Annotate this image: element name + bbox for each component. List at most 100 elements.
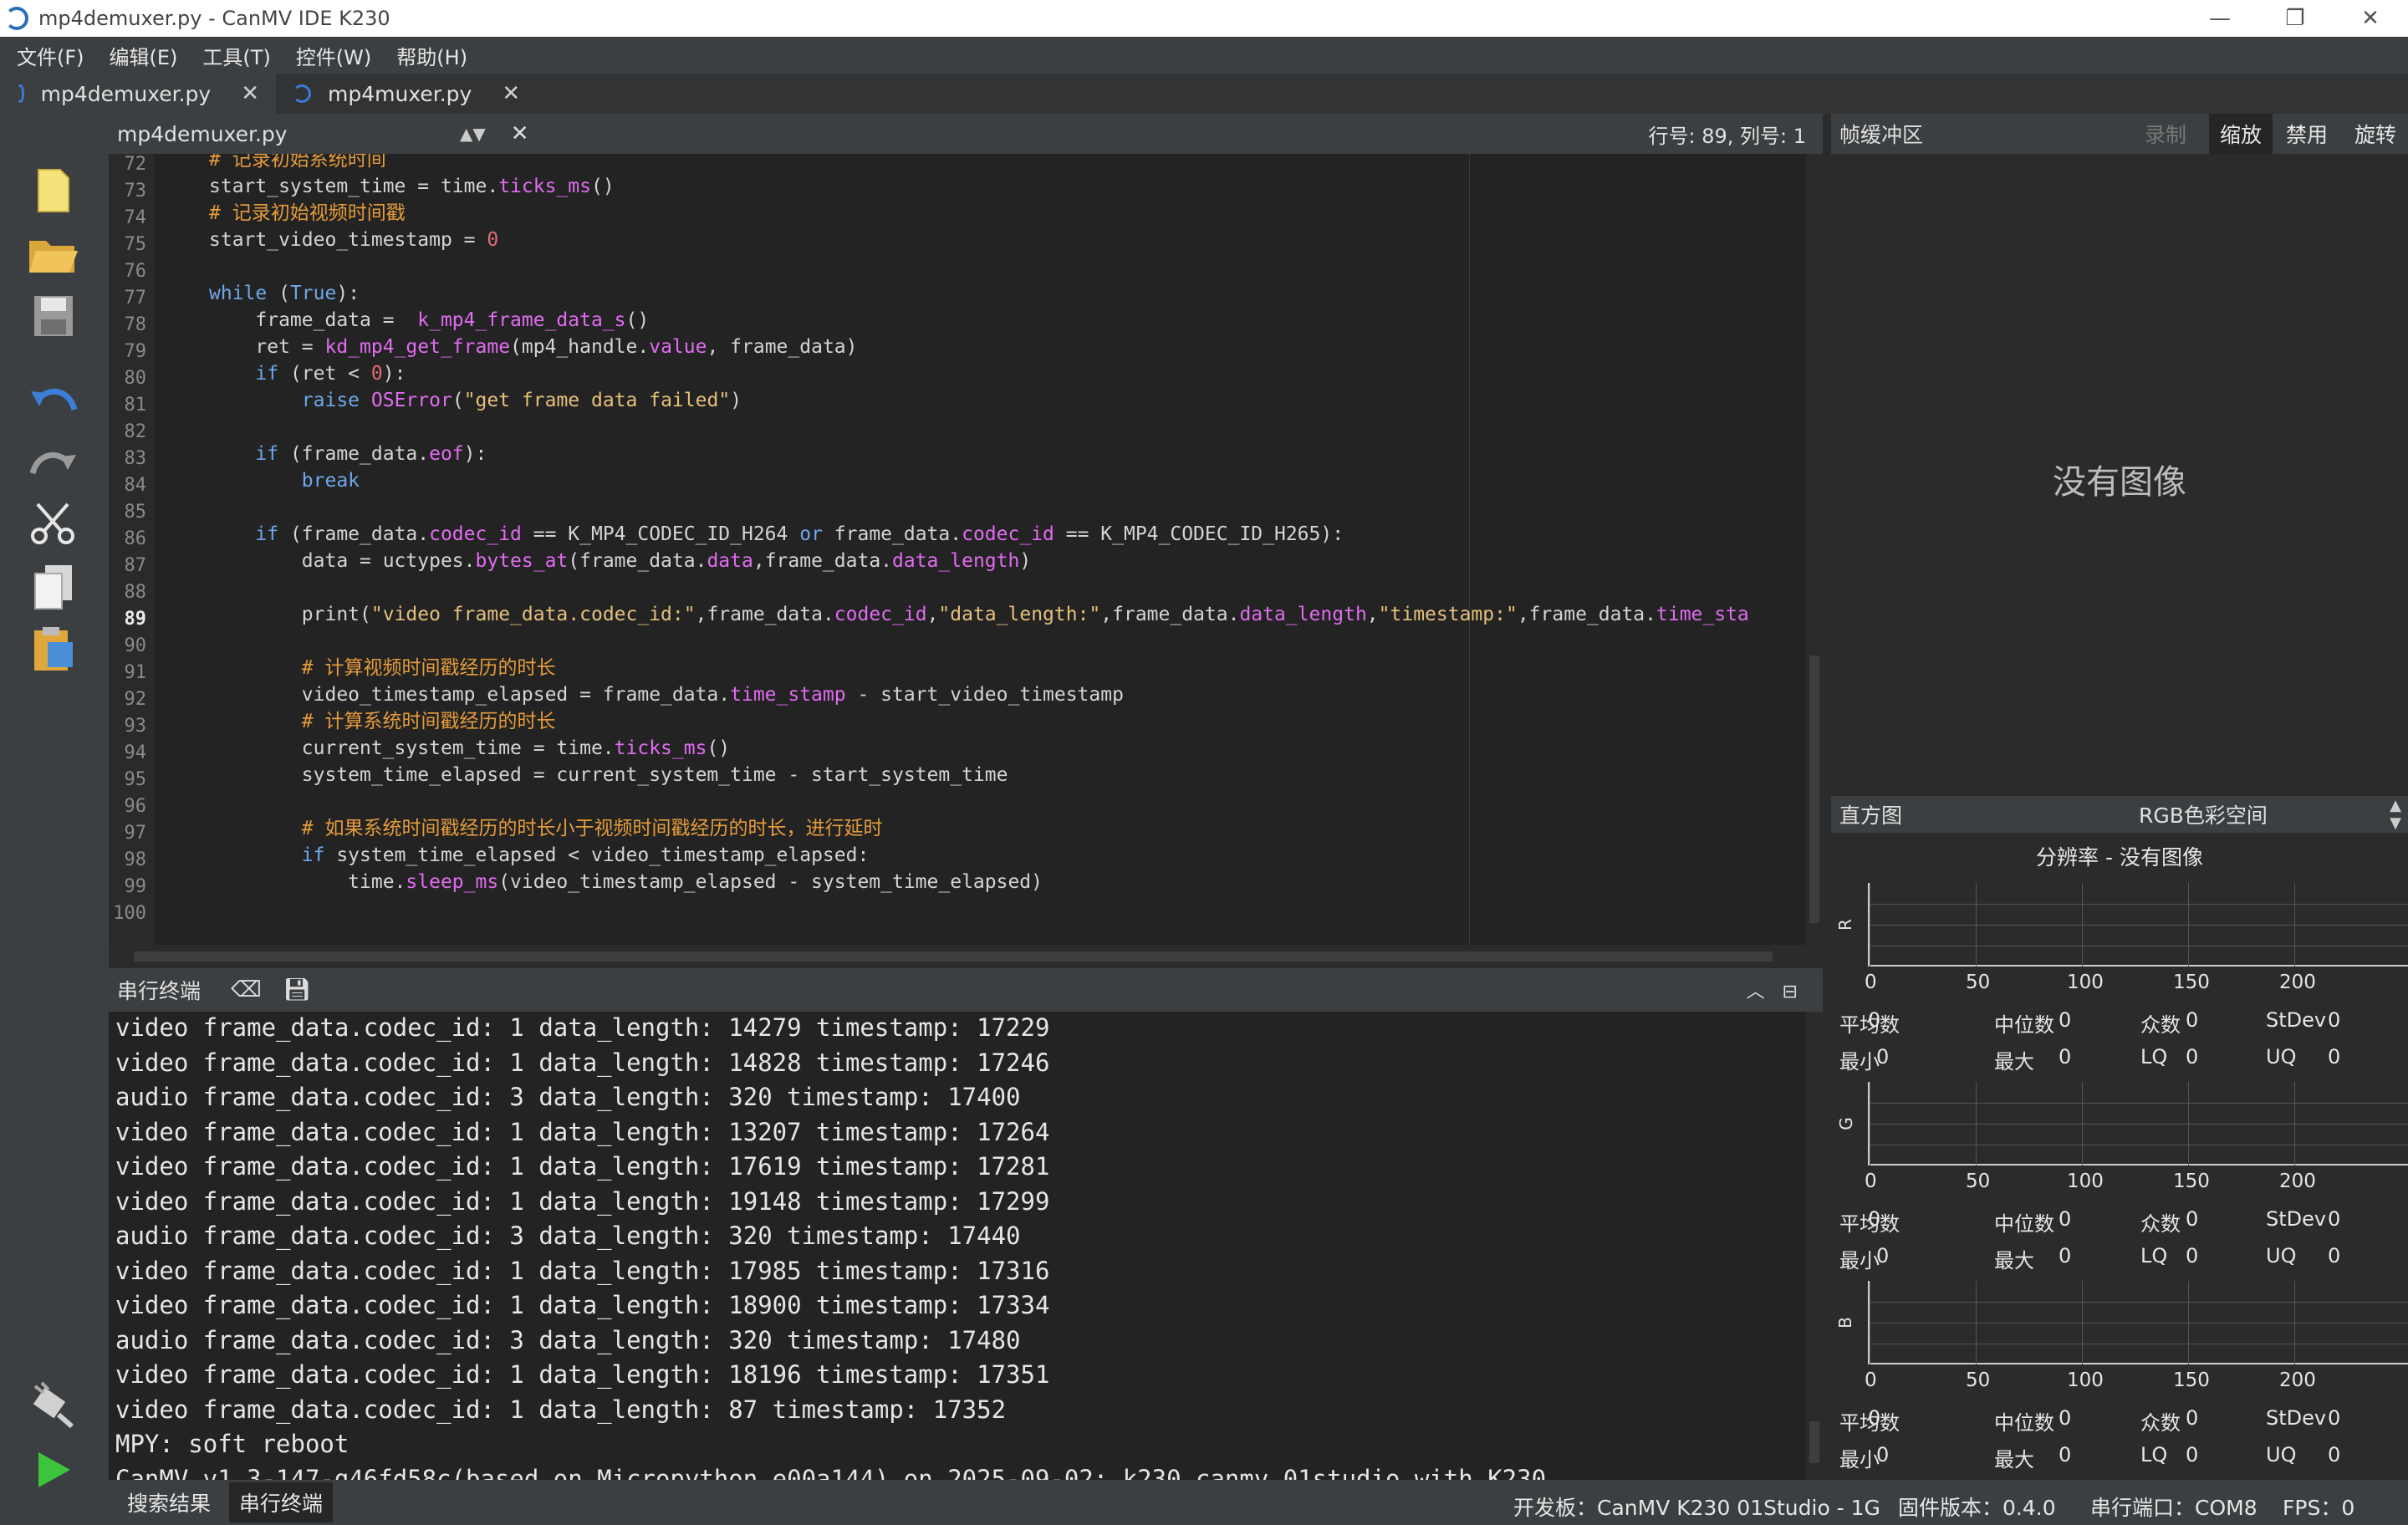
- colorspace-select[interactable]: RGB色彩空间: [2139, 799, 2268, 829]
- save-terminal-icon[interactable]: 💾︎: [283, 977, 311, 1002]
- open-file-button[interactable]: [23, 227, 84, 281]
- record-button[interactable]: 录制: [2140, 114, 2191, 154]
- clear-terminal-icon[interactable]: ⌫: [231, 977, 262, 1002]
- left-toolbar: [0, 114, 109, 1525]
- tick-label: 0: [1865, 1369, 1877, 1391]
- paste-clipboard-icon: [34, 627, 73, 671]
- file-switch-icon[interactable]: ▲▼: [460, 124, 486, 144]
- close-window-button[interactable]: ✕: [2333, 0, 2408, 37]
- framebuffer-view: 没有图像: [1831, 154, 2408, 796]
- serial-terminal[interactable]: video frame_data.codec_id: 1 data_length…: [109, 1012, 1806, 1480]
- copy-button[interactable]: [23, 560, 84, 614]
- editor-header: mp4demuxer.py ▲▼ ✕ 行号: 89, 列号: 1: [109, 114, 1823, 154]
- code-line: ret = kd_mp4_get_frame(mp4_handle.value,…: [209, 336, 858, 358]
- close-tab-icon[interactable]: ✕: [241, 81, 259, 106]
- serial-port-info[interactable]: 串行端口：COM8: [2090, 1492, 2258, 1522]
- histogram-chart-r: [1868, 883, 2408, 967]
- line-number: 90: [124, 635, 147, 656]
- save-button[interactable]: [23, 289, 84, 343]
- cursor-position: 行号: 89, 列号: 1: [1648, 124, 1807, 148]
- code-line: while (True):: [209, 283, 360, 304]
- tab-mp4muxer[interactable]: mp4muxer.py ✕: [276, 74, 537, 114]
- copy-icon: [34, 565, 72, 609]
- code-line: # 记录初始视频时间戳: [209, 202, 406, 224]
- board-info[interactable]: 开发板：CanMV K230 01Studio - 1G: [1513, 1492, 1880, 1522]
- stat-label: 众数: [2140, 1013, 2181, 1037]
- editor-vertical-scrollbar[interactable]: [1806, 154, 1823, 945]
- stat-value: 0: [2328, 1244, 2341, 1267]
- stat-value: 0: [1876, 1244, 1890, 1267]
- run-button[interactable]: [23, 1443, 84, 1497]
- undo-button[interactable]: [23, 371, 84, 425]
- stat-value: 0: [1868, 1406, 1881, 1430]
- tab-search-results[interactable]: 搜索结果: [117, 1482, 221, 1522]
- line-number: 87: [124, 555, 147, 576]
- stat-value: 0: [2328, 1045, 2341, 1069]
- tick-label: 100: [2067, 1369, 2104, 1391]
- menu-bar: 文件(F) 编辑(E) 工具(T) 控件(W) 帮助(H): [0, 37, 2408, 74]
- terminal-header: 串行终端 ⌫ 💾︎ ︿ ⊟: [109, 968, 1823, 1012]
- code-line: # 计算系统时间戳经历的时长: [209, 711, 556, 732]
- redo-button[interactable]: [23, 435, 84, 488]
- line-number: 74: [124, 207, 147, 228]
- canmv-logo-icon: [5, 7, 28, 30]
- framebuffer-title: 帧缓冲区: [1839, 123, 1924, 147]
- line-number: 95: [124, 769, 147, 790]
- tab-serial-terminal[interactable]: 串行终端: [229, 1482, 334, 1522]
- minimize-button[interactable]: —: [2182, 0, 2258, 37]
- zoom-button[interactable]: 缩放: [2209, 114, 2273, 154]
- stat-value: 0: [2186, 1443, 2199, 1466]
- file-tab-bar: mp4demuxer.py ✕ mp4muxer.py ✕: [0, 74, 2408, 114]
- stat-value: 0: [2059, 1008, 2072, 1032]
- stat-label: 众数: [2140, 1411, 2181, 1435]
- code-line: print("video frame_data.codec_id:",frame…: [209, 604, 1749, 625]
- rotate-button[interactable]: 旋转: [2343, 114, 2408, 154]
- code-line: start_video_timestamp = 0: [209, 229, 499, 251]
- connect-button[interactable]: [23, 1378, 84, 1431]
- tick-label: 0: [1865, 972, 1877, 993]
- editor-horizontal-scrollbar[interactable]: [109, 945, 1823, 968]
- terminal-line: video frame_data.codec_id: 1 data_length…: [115, 1048, 1050, 1077]
- stat-label: 最小: [1839, 1249, 1880, 1273]
- channel-axis-label: R: [1834, 919, 1855, 931]
- histogram-chart-g: [1868, 1082, 2408, 1165]
- disable-button[interactable]: 禁用: [2274, 114, 2339, 154]
- python-file-icon: [17, 84, 24, 103]
- menu-widgets[interactable]: 控件(W): [296, 41, 371, 70]
- chevron-updown-icon[interactable]: ▲ ▼: [2390, 797, 2401, 832]
- line-number: 76: [124, 261, 147, 282]
- terminal-collapse-icon[interactable]: ︿ ⊟: [1747, 977, 1798, 1003]
- close-tab-icon[interactable]: ✕: [502, 81, 520, 106]
- code-line: current_system_time = time.ticks_ms(): [209, 737, 731, 759]
- paste-button[interactable]: [23, 622, 84, 676]
- cut-button[interactable]: [23, 497, 84, 550]
- new-file-icon: [38, 169, 69, 212]
- terminal-line: audio frame_data.codec_id: 3 data_length…: [115, 1222, 1021, 1250]
- new-file-button[interactable]: [23, 164, 84, 217]
- tab-mp4demuxer[interactable]: mp4demuxer.py ✕: [0, 74, 276, 114]
- menu-tools[interactable]: 工具(T): [202, 41, 270, 70]
- close-editor-icon[interactable]: ✕: [511, 121, 529, 146]
- code-editor[interactable]: 72 73 74 75 76 77 78 79 80 81 82 83 84 8…: [109, 154, 1806, 945]
- firmware-info[interactable]: 固件版本：0.4.0: [1898, 1492, 2056, 1522]
- stat-label: StDev: [2266, 1008, 2327, 1032]
- line-number: 80: [124, 368, 147, 389]
- tick-label: 200: [2279, 1171, 2316, 1192]
- tick-label: 100: [2067, 1171, 2104, 1192]
- code-line: if system_time_elapsed < video_timestamp…: [301, 844, 870, 866]
- window-title: mp4demuxer.py - CanMV IDE K230: [38, 7, 390, 30]
- menu-edit[interactable]: 编辑(E): [110, 41, 178, 70]
- stat-value: 0: [2059, 1045, 2072, 1069]
- line-number: 96: [124, 796, 147, 817]
- line-number: 86: [124, 528, 147, 549]
- terminal-scrollbar[interactable]: [1806, 1012, 1823, 1480]
- menu-file[interactable]: 文件(F): [17, 41, 84, 70]
- stat-value: 0: [2328, 1008, 2341, 1032]
- redo-icon: [29, 452, 76, 475]
- maximize-button[interactable]: ❐: [2258, 0, 2333, 37]
- terminal-line: video frame_data.codec_id: 1 data_length…: [115, 1152, 1050, 1181]
- editor-file-selector[interactable]: mp4demuxer.py: [117, 122, 460, 146]
- line-number-gutter: 72 73 74 75 76 77 78 79 80 81 82 83 84 8…: [109, 154, 155, 945]
- menu-help[interactable]: 帮助(H): [396, 41, 467, 70]
- terminal-line: video frame_data.codec_id: 1 data_length…: [115, 1256, 1050, 1285]
